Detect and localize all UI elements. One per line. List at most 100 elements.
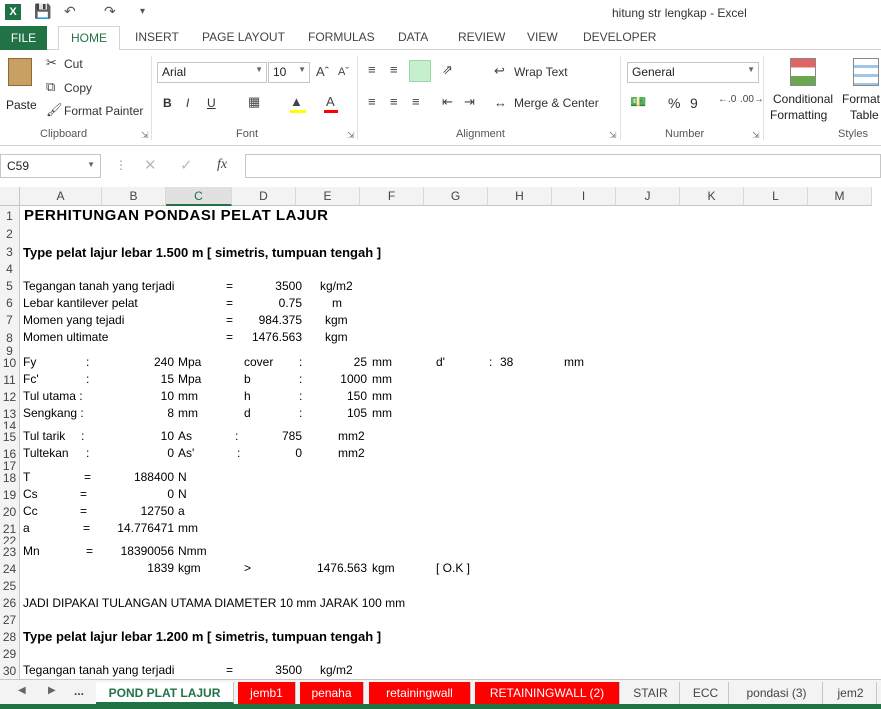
cell-a16-colon[interactable]: : bbox=[86, 446, 89, 461]
cell-a5[interactable]: Tegangan tanah yang terjadi bbox=[23, 279, 174, 294]
row-header-2[interactable]: 2 bbox=[0, 226, 20, 243]
orientation-icon[interactable]: ⇗ bbox=[442, 62, 453, 78]
cell-b11[interactable]: 15 bbox=[120, 372, 174, 387]
cell-b12[interactable]: 10 bbox=[120, 389, 174, 404]
cell-f12[interactable]: mm bbox=[372, 389, 392, 404]
customize-quick-access-icon[interactable]: ▾ bbox=[140, 6, 145, 17]
column-header-k[interactable]: K bbox=[680, 187, 744, 206]
cell-a11[interactable]: Fc' bbox=[23, 372, 39, 387]
cell-d6[interactable]: 0.75 bbox=[240, 296, 302, 311]
tab-data[interactable]: DATA bbox=[398, 30, 428, 44]
cell-b20[interactable]: 12750 bbox=[110, 504, 174, 519]
cell-a15[interactable]: Tul tarik bbox=[23, 429, 65, 444]
column-header-f[interactable]: F bbox=[360, 187, 424, 206]
cell-d16-colon[interactable]: : bbox=[237, 446, 240, 461]
cell-c6[interactable]: = bbox=[226, 296, 233, 311]
cell-a7[interactable]: Momen yang tejadi bbox=[23, 313, 124, 328]
font-launcher-icon[interactable]: ⇲ bbox=[347, 130, 355, 141]
row-header-23[interactable]: 23 bbox=[0, 544, 20, 561]
cell-c8[interactable]: = bbox=[226, 330, 233, 345]
cell-c10[interactable]: Mpa bbox=[178, 355, 201, 370]
cancel-icon[interactable]: ✕ bbox=[144, 156, 157, 174]
tab-page-layout[interactable]: PAGE LAYOUT bbox=[202, 30, 285, 44]
sheet-tab-retainingwall-2[interactable]: RETAININGWALL (2) bbox=[475, 682, 620, 704]
merge-center-button[interactable]: Merge & Center bbox=[514, 96, 599, 110]
sheet-tab-pondasi-3[interactable]: pondasi (3) bbox=[731, 682, 823, 704]
cell-a10[interactable]: Fy bbox=[23, 355, 36, 370]
cell-a8[interactable]: Momen ultimate bbox=[23, 330, 108, 345]
borders-icon[interactable]: ▦ bbox=[248, 94, 260, 110]
column-header-h[interactable]: H bbox=[488, 187, 552, 206]
column-header-j[interactable]: J bbox=[616, 187, 680, 206]
cell-e16[interactable]: mm2 bbox=[338, 446, 365, 461]
cell-d24[interactable]: > bbox=[244, 561, 251, 576]
sheet-tab-jem2[interactable]: jem2 bbox=[825, 682, 877, 704]
cell-d15[interactable]: 785 bbox=[250, 429, 302, 444]
row-header-17[interactable]: 17 bbox=[0, 460, 20, 472]
cell-e6[interactable]: m bbox=[332, 296, 342, 311]
cell-a20-eq[interactable]: = bbox=[80, 504, 87, 519]
cell-a12[interactable]: Tul utama : bbox=[23, 389, 83, 404]
cell-b19[interactable]: 0 bbox=[110, 487, 174, 502]
cell-e10[interactable]: 25 bbox=[320, 355, 367, 370]
cell-a6[interactable]: Lebar kantilever pelat bbox=[23, 296, 138, 311]
cell-c30[interactable]: = bbox=[226, 663, 233, 678]
tab-file[interactable]: FILE bbox=[0, 26, 47, 50]
percent-button[interactable]: % bbox=[668, 95, 680, 111]
row-header-9[interactable]: 9 bbox=[0, 345, 20, 357]
align-left-icon[interactable]: ≡ bbox=[368, 94, 376, 109]
cell-b13[interactable]: 8 bbox=[120, 406, 174, 421]
cell-c24[interactable]: kgm bbox=[178, 561, 201, 576]
cell-b16[interactable]: 0 bbox=[120, 446, 174, 461]
cell-c16[interactable]: As' bbox=[178, 446, 194, 461]
cell-b15[interactable]: 10 bbox=[120, 429, 174, 444]
cell-c15[interactable]: As bbox=[178, 429, 192, 444]
column-header-d[interactable]: D bbox=[232, 187, 296, 206]
select-all-corner[interactable] bbox=[0, 187, 20, 206]
cell-a16[interactable]: Tultekan bbox=[23, 446, 69, 461]
comma-button[interactable]: 9 bbox=[690, 95, 698, 111]
italic-button[interactable]: I bbox=[186, 96, 189, 110]
cell-c11[interactable]: Mpa bbox=[178, 372, 201, 387]
cell-d13[interactable]: d bbox=[244, 406, 251, 421]
decrease-decimal-icon[interactable]: .00→ bbox=[740, 94, 764, 105]
row-header-10[interactable]: 10 bbox=[0, 355, 20, 372]
column-header-e[interactable]: E bbox=[296, 187, 360, 206]
row-header-3[interactable]: 3 bbox=[0, 243, 20, 261]
cell-a20[interactable]: Cc bbox=[23, 504, 38, 519]
sheet-tab-jemb1[interactable]: jemb1 bbox=[238, 682, 296, 704]
fill-color-icon[interactable]: ▲ bbox=[290, 94, 303, 109]
font-color-icon[interactable]: A bbox=[326, 94, 335, 109]
column-header-a[interactable]: A bbox=[20, 187, 102, 206]
cell-b10[interactable]: 240 bbox=[120, 355, 174, 370]
align-bottom-button[interactable] bbox=[409, 60, 431, 82]
cell-e7[interactable]: kgm bbox=[325, 313, 348, 328]
format-painter-button[interactable]: Format Painter bbox=[64, 104, 143, 118]
currency-icon[interactable]: 💵 bbox=[630, 94, 646, 110]
sheet-tab-retainingwall[interactable]: retainingwall bbox=[369, 682, 471, 704]
cell-d10-colon[interactable]: : bbox=[299, 355, 302, 370]
clipboard-launcher-icon[interactable]: ⇲ bbox=[141, 130, 149, 141]
cell-g10-colon[interactable]: : bbox=[489, 355, 492, 370]
cell-d30[interactable]: 3500 bbox=[240, 663, 302, 678]
column-header-g[interactable]: G bbox=[424, 187, 488, 206]
column-header-m[interactable]: M bbox=[808, 187, 872, 206]
tab-insert[interactable]: INSERT bbox=[135, 30, 179, 44]
copy-button[interactable]: Copy bbox=[64, 81, 92, 95]
row-header-12[interactable]: 12 bbox=[0, 389, 20, 406]
column-header-l[interactable]: L bbox=[744, 187, 808, 206]
cell-b23[interactable]: 18390056 bbox=[100, 544, 174, 559]
format-as-table-button[interactable]: Format Table bbox=[840, 56, 881, 122]
cell-e8[interactable]: kgm bbox=[325, 330, 348, 345]
sheet-tab-pond-plat-lajur[interactable]: POND PLAT LAJUR bbox=[96, 682, 234, 704]
align-middle-icon[interactable]: ≡ bbox=[390, 62, 398, 77]
cell-e11[interactable]: 1000 bbox=[320, 372, 367, 387]
cell-f24[interactable]: kgm bbox=[372, 561, 395, 576]
formula-input[interactable] bbox=[245, 154, 881, 178]
font-name-select[interactable]: Arial ▼ bbox=[157, 62, 267, 83]
cell-a19-eq[interactable]: = bbox=[80, 487, 87, 502]
row-header-4[interactable]: 4 bbox=[0, 261, 20, 278]
cell-h10[interactable]: 38 bbox=[500, 355, 513, 370]
paste-button[interactable]: Paste bbox=[4, 56, 37, 116]
cell-a19[interactable]: Cs bbox=[23, 487, 38, 502]
